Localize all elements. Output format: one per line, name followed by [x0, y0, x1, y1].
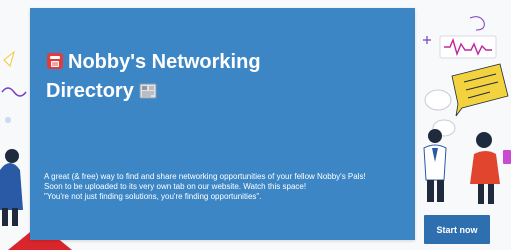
decor-squiggle [1, 87, 27, 97]
paper-plane-icon [3, 50, 15, 67]
newspaper-icon [139, 80, 157, 107]
description-line: A great (& free) way to find and share n… [44, 172, 366, 181]
card-title: Nobby's Networking Directory [46, 49, 346, 107]
person-illustration-woman [470, 132, 500, 204]
decor-spiral [469, 16, 485, 31]
phone-illustration [503, 150, 511, 164]
description-line: "You're not just finding solutions, you'… [44, 192, 262, 201]
telephone-icon [46, 51, 64, 78]
person-illustration-left [0, 149, 23, 226]
grey-bubble-1 [424, 89, 452, 111]
decor-plus [423, 36, 431, 44]
app-canvas: Nobby's Networking Directory A great (& … [0, 0, 511, 250]
description-line: Soon to be uploaded to its very own tab … [44, 182, 307, 191]
decor-dot [5, 117, 11, 123]
card-description: A great (& free) way to find and share n… [44, 172, 404, 202]
start-now-button[interactable]: Start now [424, 215, 490, 244]
person-illustration-man [423, 129, 447, 202]
chat-bubble-icon [451, 63, 509, 117]
sound-wave-icon [439, 35, 497, 59]
directory-card: Nobby's Networking Directory A great (& … [30, 8, 415, 240]
